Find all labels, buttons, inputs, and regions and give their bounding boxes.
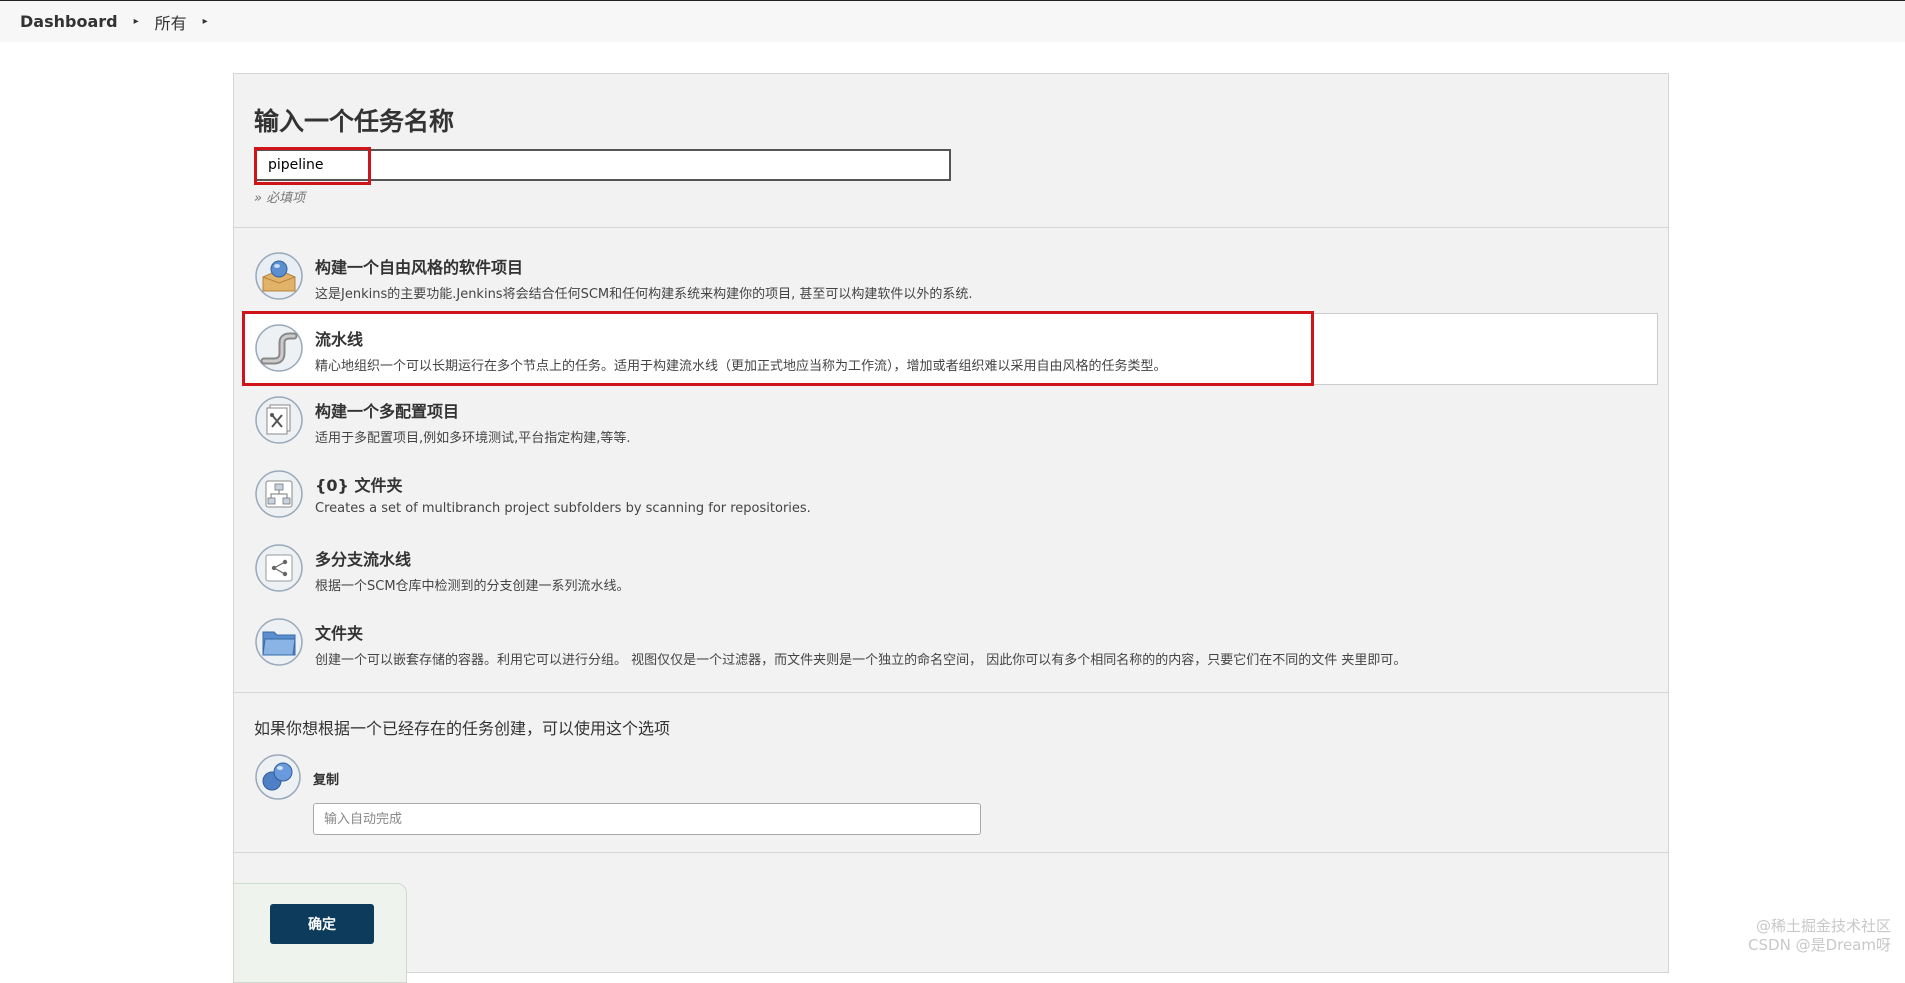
job-type-multibranch-pipeline[interactable]: 多分支流水线 根据一个SCM仓库中检测到的分支创建一系列流水线。 [242,533,1658,605]
breadcrumb-separator-icon[interactable]: ▸ [203,16,208,27]
freestyle-project-icon [255,252,303,300]
divider [234,692,1668,693]
job-type-label: 多分支流水线 [315,550,412,569]
divider [234,852,1668,853]
copy-section-heading: 如果你想根据一个已经存在的任务创建，可以使用这个选项 [254,719,671,738]
divider [234,227,1668,228]
page-title: 输入一个任务名称 [254,107,455,136]
watermark-line: CSDN @是Dream呀 [1748,936,1891,954]
job-type-label: 构建一个多配置项目 [315,402,460,421]
job-type-multi-config[interactable]: 构建一个多配置项目 适用于多配置项目,例如多环境测试,平台指定构建,等等. [242,385,1658,457]
job-type-description: 根据一个SCM仓库中检测到的分支创建一系列流水线。 [315,579,630,594]
job-type-description: 精心地组织一个可以长期运行在多个节点上的任务。适用于构建流水线（更加正式地应当称… [315,359,1167,374]
job-type-label: 流水线 [315,330,364,349]
form-button-bar: 确定 [233,883,407,983]
job-type-label: 文件夹 [315,624,364,643]
watermark-line: @稀土掘金技术社区 [1755,917,1891,935]
pipeline-icon [255,324,303,372]
job-type-org-folder[interactable]: {0} 文件夹 Creates a set of multibranch pro… [242,459,1658,531]
new-item-form: 输入一个任务名称 » 必填项 构建一个自由风格的软件项目 这是Jenkins的主… [233,73,1669,983]
breadcrumb-separator-icon[interactable]: ▸ [134,16,139,27]
job-type-description: 创建一个可以嵌套存储的容器。利用它可以进行分组。 视图仅仅是一个过滤器，而文件夹… [315,653,1407,668]
job-type-folder[interactable]: 文件夹 创建一个可以嵌套存储的容器。利用它可以进行分组。 视图仅仅是一个过滤器，… [242,607,1658,679]
multibranch-pipeline-icon [255,544,303,592]
multi-config-icon [255,396,303,444]
job-type-label: {0} 文件夹 [315,476,403,495]
job-type-description: 这是Jenkins的主要功能.Jenkins将会结合任何SCM和任何构建系统来构… [315,287,973,302]
folder-icon [255,618,303,666]
ok-button[interactable]: 确定 [270,904,374,944]
copy-from-input[interactable] [313,803,981,835]
item-name-input[interactable] [254,149,951,181]
job-type-label: 构建一个自由风格的软件项目 [315,258,524,277]
org-folder-icon [255,470,303,518]
breadcrumb-dashboard[interactable]: Dashboard [20,12,118,31]
breadcrumb-all[interactable]: 所有 [155,10,187,34]
job-type-description: 适用于多配置项目,例如多环境测试,平台指定构建,等等. [315,431,631,446]
job-type-description: Creates a set of multibranch project sub… [315,501,811,516]
required-note: » 必填项 [254,191,306,206]
copy-label: 复制 [313,773,340,788]
watermark: @稀土掘金技术社区 CSDN @是Dream呀 [1748,917,1891,955]
job-type-pipeline[interactable]: 流水线 精心地组织一个可以长期运行在多个节点上的任务。适用于构建流水线（更加正式… [242,313,1658,385]
copy-icon [255,754,301,800]
job-type-freestyle[interactable]: 构建一个自由风格的软件项目 这是Jenkins的主要功能.Jenkins将会结合… [242,241,1658,313]
breadcrumb: Dashboard ▸ 所有 ▸ [0,0,1905,42]
